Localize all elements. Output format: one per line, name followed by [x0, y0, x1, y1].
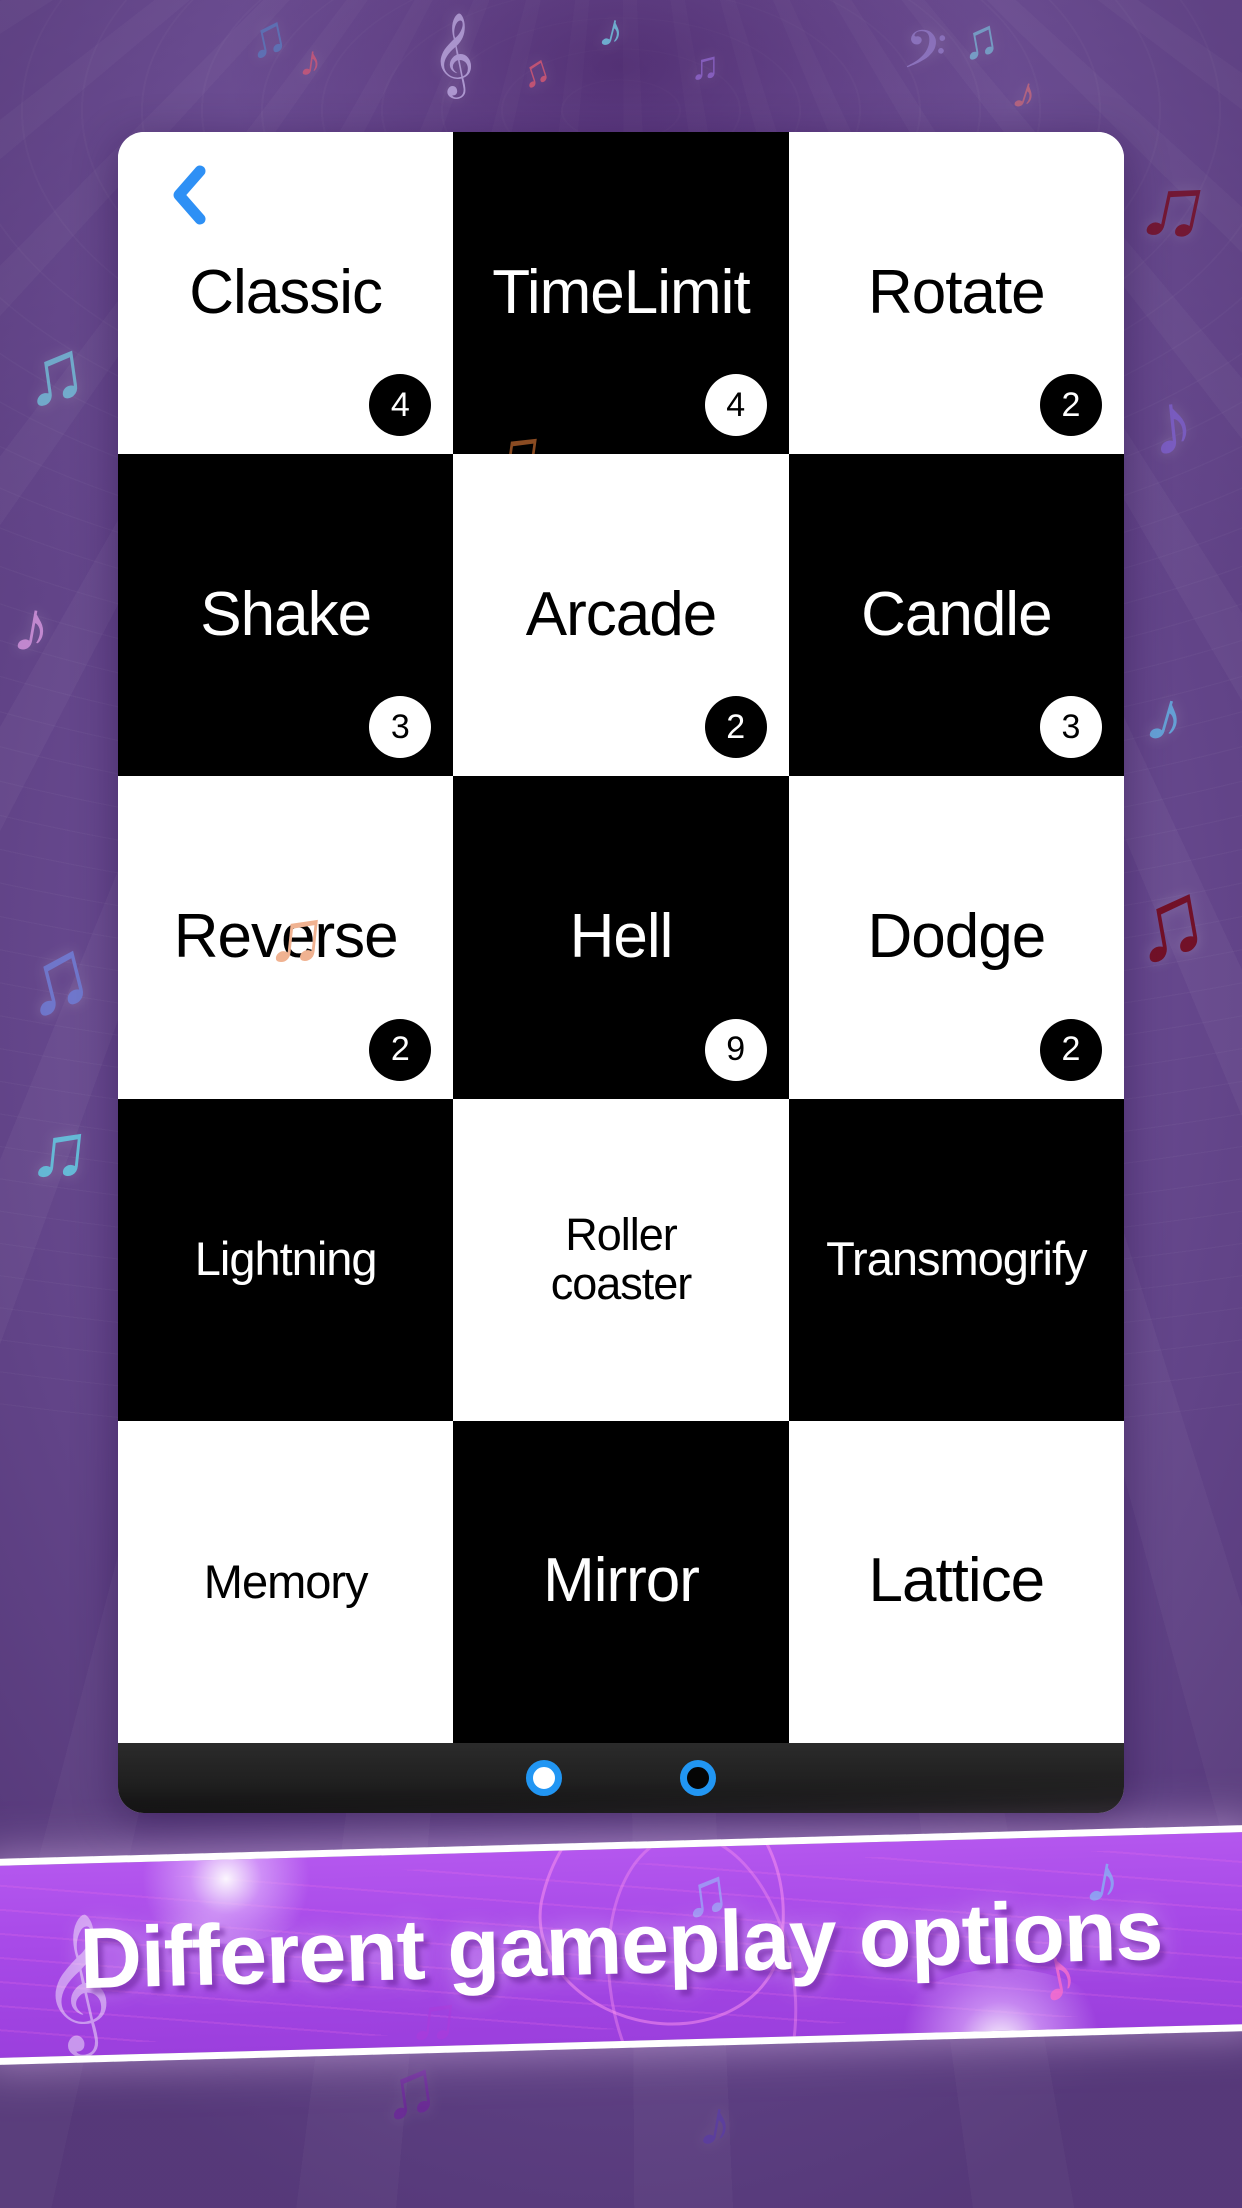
nav-indicator-hollow-icon[interactable]: [680, 1760, 716, 1796]
tile-label: Lightning: [194, 1232, 378, 1286]
tile-badge: 4: [369, 374, 432, 437]
tile-badge: 4: [704, 374, 767, 437]
tile-badge: 9: [704, 1018, 767, 1081]
tile-badge: 2: [1040, 1018, 1102, 1081]
tile-candle[interactable]: Candle 3: [788, 454, 1124, 777]
tile-label: Dodge: [867, 902, 1046, 972]
tile-classic[interactable]: Classic 4: [118, 132, 454, 455]
tile-arcade[interactable]: Arcade 2: [453, 454, 789, 777]
tile-label: TimeLimit: [492, 257, 750, 327]
tile-dodge[interactable]: Dodge 2: [788, 776, 1124, 1099]
tile-label: Hell: [569, 902, 674, 972]
tile-badge: 2: [369, 1018, 432, 1081]
tile-reverse[interactable]: Reverse ♫ 2: [118, 776, 454, 1099]
tile-badge: 3: [1040, 696, 1102, 759]
nav-indicator-filled-icon[interactable]: [526, 1760, 562, 1796]
game-mode-grid: Classic 4 TimeLimit 4 ♫ Rotate 2 Shake 3…: [118, 132, 1124, 1743]
tile-hell[interactable]: Hell 9: [453, 776, 789, 1099]
tile-badge: 3: [369, 696, 432, 759]
tile-roller-coaster[interactable]: Roller coaster: [453, 1098, 789, 1421]
tile-badge: 2: [704, 696, 767, 759]
tile-timelimit[interactable]: TimeLimit 4 ♫: [453, 132, 789, 498]
tile-transmogrify[interactable]: Transmogrify: [788, 1098, 1124, 1421]
tile-label: Transmogrify: [826, 1232, 1087, 1286]
tile-label: Candle: [861, 579, 1052, 649]
tile-label: Reverse: [173, 902, 399, 972]
bottom-navigation-bar: [118, 1743, 1124, 1813]
promo-banner: 𝄞 ♫ ♪ ♪ ♫ Different gameplay options: [0, 1824, 1242, 2066]
tile-shake[interactable]: Shake 3: [118, 454, 454, 777]
tile-memory[interactable]: Memory: [118, 1420, 454, 1743]
tile-label: Rotate: [867, 257, 1046, 327]
tile-rotate[interactable]: Rotate 2: [788, 132, 1124, 455]
tile-label: Roller coaster: [550, 1209, 693, 1309]
tile-lightning[interactable]: Lightning: [118, 1098, 454, 1421]
tile-badge: 2: [1040, 374, 1102, 437]
tile-label: Mirror: [543, 1546, 700, 1616]
tile-label: Shake: [200, 579, 372, 649]
back-chevron-icon[interactable]: [154, 162, 220, 228]
tile-mirror[interactable]: Mirror: [453, 1420, 789, 1743]
tile-label: Arcade: [525, 579, 717, 649]
tile-lattice[interactable]: Lattice: [788, 1420, 1124, 1743]
tile-label: Lattice: [868, 1546, 1045, 1616]
phone-screen: Classic 4 TimeLimit 4 ♫ Rotate 2 Shake 3…: [118, 132, 1124, 1813]
tile-label: Classic: [189, 257, 383, 327]
tile-label: Memory: [203, 1554, 369, 1608]
